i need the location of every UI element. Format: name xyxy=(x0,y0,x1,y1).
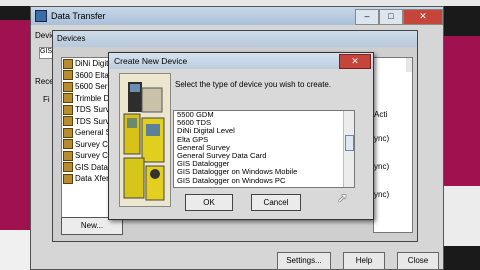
dialog-title: Create New Device xyxy=(114,56,188,66)
survey-instruments-image xyxy=(119,73,171,207)
received-label: Rece xyxy=(35,77,54,86)
devices-status-column: Acti ync) ync) ync) xyxy=(373,57,413,233)
datacollector-icon xyxy=(63,104,73,115)
transfer-icon xyxy=(63,173,73,184)
survey-instruments-illustration xyxy=(120,74,170,206)
dialog-prompt: Select the type of device you wish to cr… xyxy=(175,80,332,89)
device-type-listbox[interactable]: 5500 GDM 5600 TDS DiNi Digital Level Elt… xyxy=(173,110,355,188)
dialog-titlebar: Create New Device ✕ xyxy=(109,53,373,69)
devices-title: Devices xyxy=(53,31,417,47)
app-icon xyxy=(35,10,47,22)
survey-icon xyxy=(63,127,73,138)
device-type-option[interactable]: GIS Datalogger on Windows PC xyxy=(174,176,354,185)
help-button[interactable]: Help xyxy=(343,252,385,270)
status-text: Acti xyxy=(374,110,388,119)
datacollector-icon xyxy=(63,150,73,161)
listbox-scrollbar[interactable] xyxy=(343,111,354,187)
ok-button[interactable]: OK xyxy=(185,194,233,211)
total-station-icon xyxy=(63,81,73,92)
background-strip-right xyxy=(440,186,480,246)
gis-icon xyxy=(63,162,73,173)
files-label: Fi xyxy=(43,95,50,104)
status-text: ync) xyxy=(374,134,390,143)
dialog-close-button[interactable]: ✕ xyxy=(339,54,371,69)
devices-scrollbar[interactable] xyxy=(406,58,412,72)
mouse-cursor-icon: ➚ xyxy=(337,190,348,205)
total-station-icon xyxy=(63,93,73,104)
close-window-button[interactable]: ✕ xyxy=(403,9,443,25)
maximize-button[interactable]: □ xyxy=(379,9,403,25)
background-strip-left xyxy=(0,230,30,270)
create-new-device-dialog: Create New Device ✕ Select the type of d… xyxy=(108,52,374,220)
level-icon xyxy=(63,58,73,69)
status-text: ync) xyxy=(374,190,390,199)
settings-button[interactable]: Settings... xyxy=(277,252,331,270)
cancel-button[interactable]: Cancel xyxy=(251,194,301,211)
datacollector-icon xyxy=(63,116,73,127)
total-station-icon xyxy=(63,70,73,81)
scrollbar-thumb[interactable] xyxy=(345,135,354,151)
background-right xyxy=(440,36,480,186)
close-button[interactable]: Close xyxy=(397,252,439,270)
minimize-button[interactable]: – xyxy=(355,9,379,25)
datacollector-icon xyxy=(63,139,73,150)
data-transfer-title: Data Transfer xyxy=(51,11,106,21)
status-text: ync) xyxy=(374,162,390,171)
